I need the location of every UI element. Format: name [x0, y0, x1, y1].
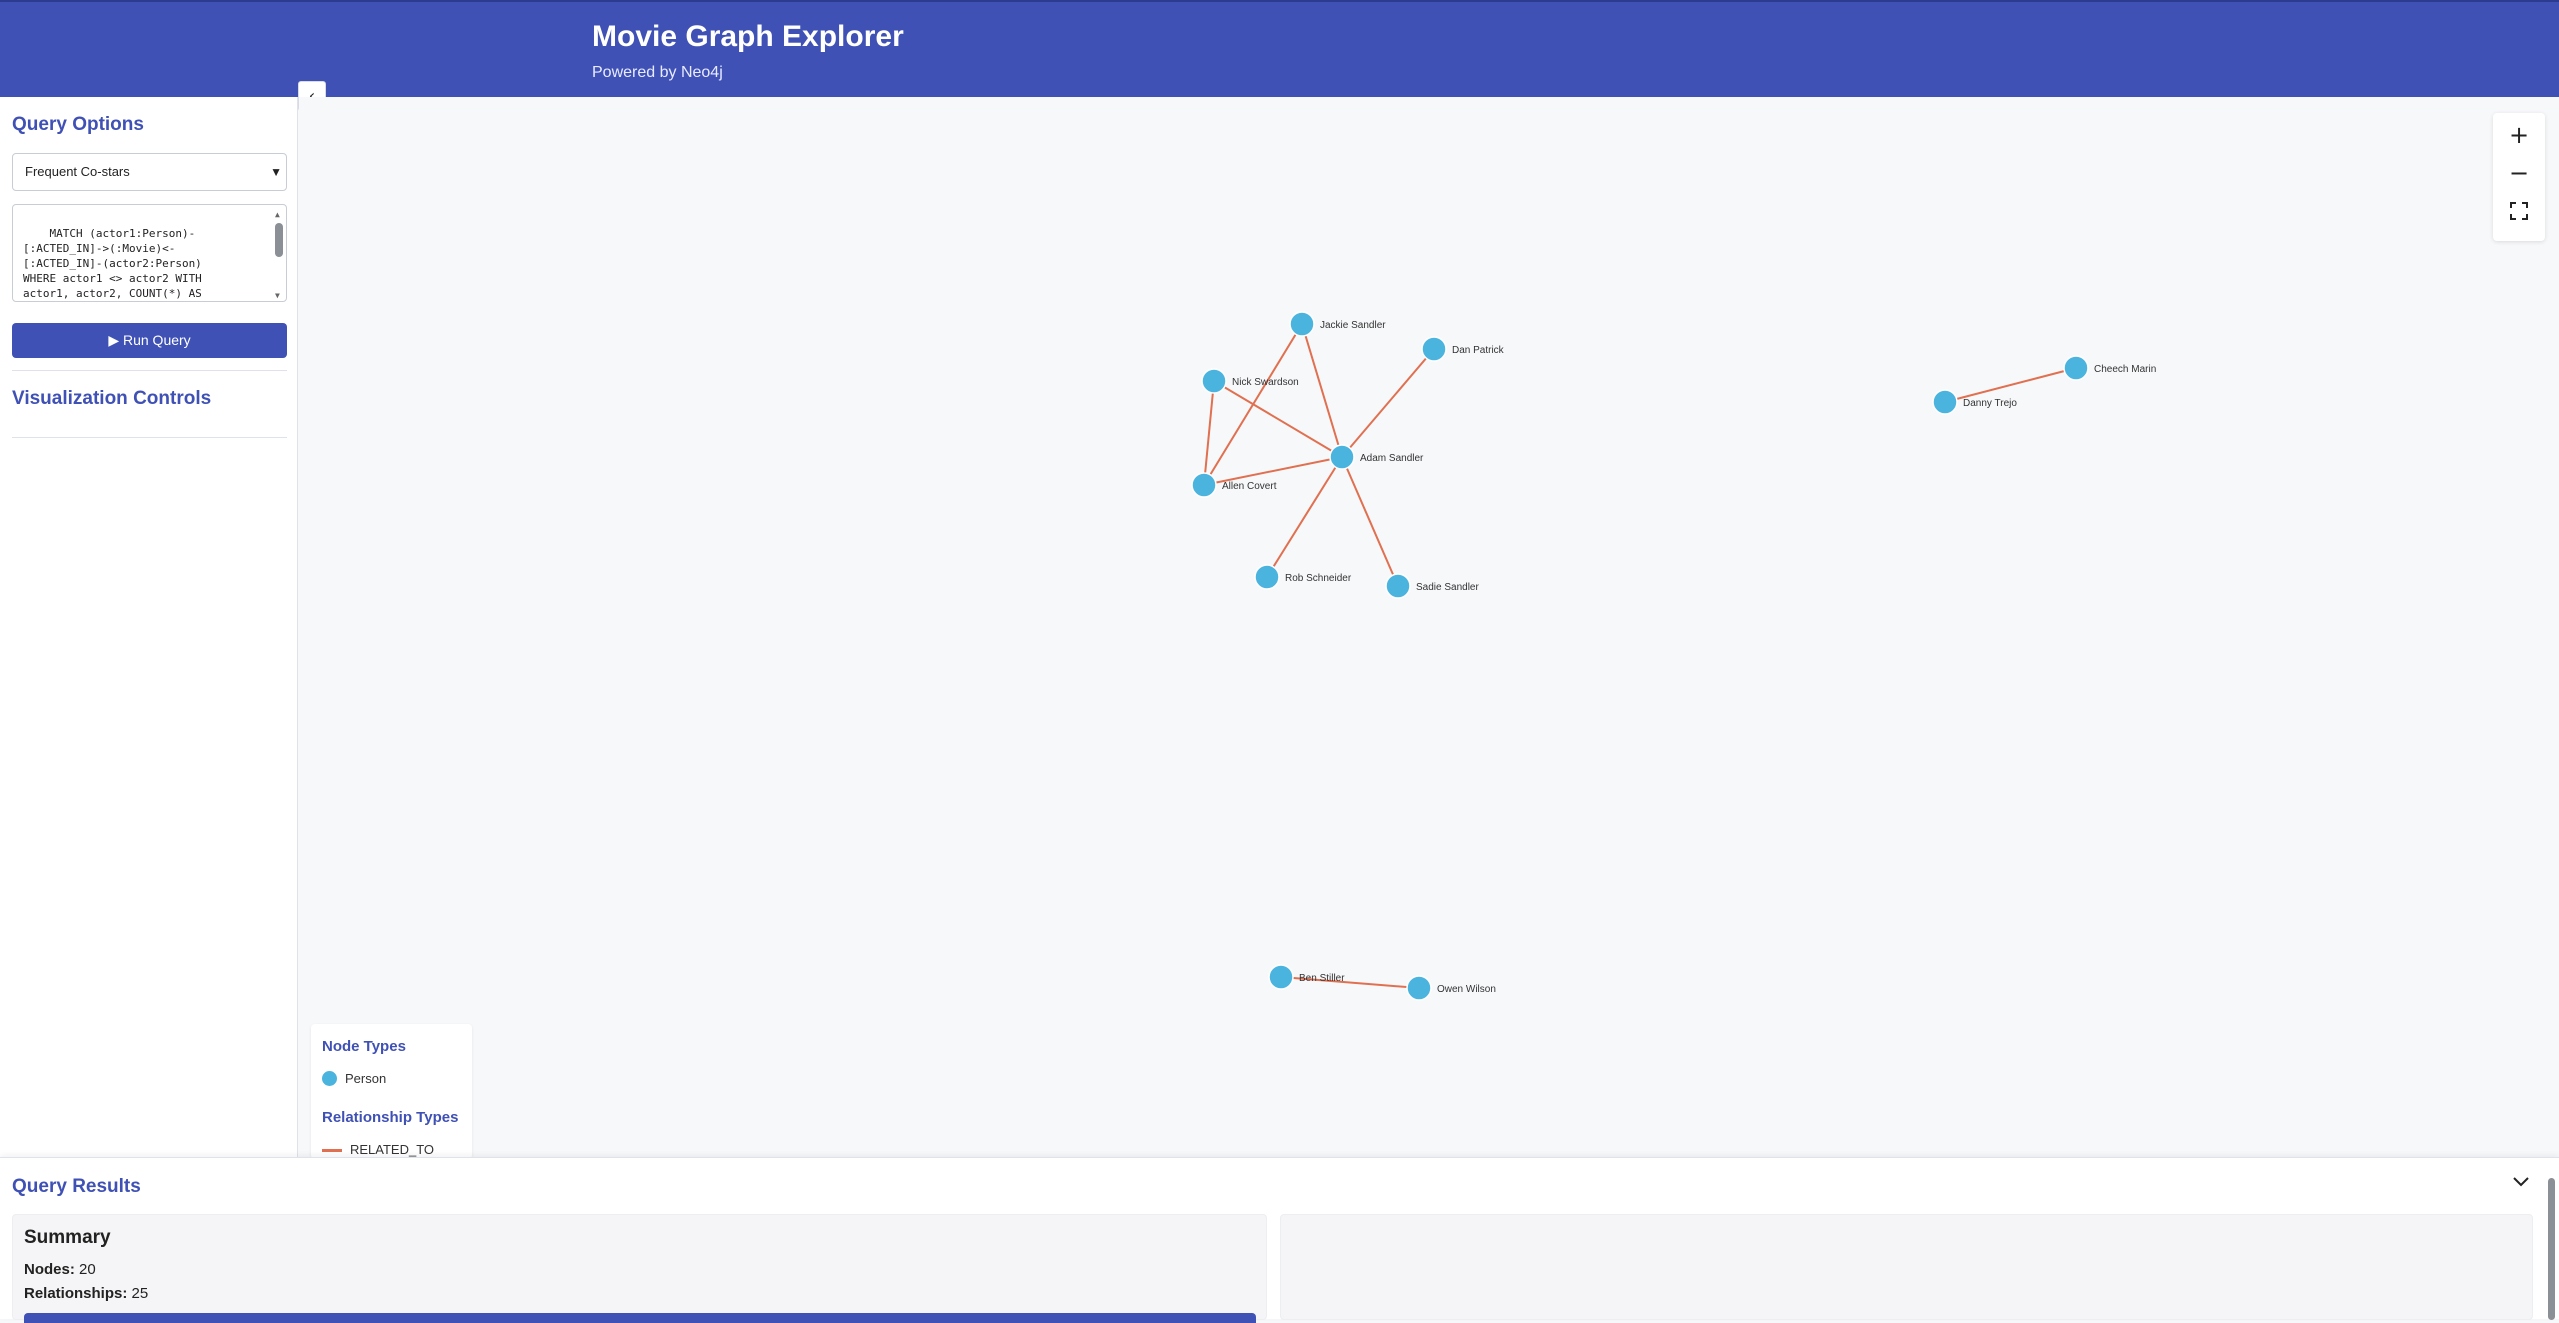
graph-svg[interactable]: Jackie Sandler Dan Patrick Nick Swardson Ad… — [299, 97, 2559, 1157]
graph-legend: Node Types Person Relationship Types REL… — [311, 1024, 472, 1159]
graph-node-dan[interactable] — [1421, 336, 1447, 362]
run-query-label: Run Query — [122, 332, 191, 348]
results-scroll-thumb[interactable] — [2548, 1178, 2555, 1320]
nodes-value: 20 — [79, 1261, 96, 1278]
graph-node-label-jackie: Jackie Sandler — [1320, 320, 1386, 331]
play-icon: ▶ — [108, 332, 120, 348]
sidebar: Query Options Frequent Co-stars ▼ MATCH … — [0, 97, 298, 1157]
graph-node-danny[interactable] — [1932, 389, 1958, 415]
node-type-person-label: Person — [345, 1071, 387, 1086]
summary-heading: Summary — [24, 1227, 111, 1248]
graph-node-ben[interactable] — [1268, 964, 1294, 990]
query-options-heading: Query Options — [12, 114, 144, 135]
graph-node-label-dan: Dan Patrick — [1452, 345, 1505, 356]
graph-node-label-cheech: Cheech Marin — [2094, 364, 2156, 375]
graph-edge-adam-rob[interactable] — [1266, 456, 1343, 578]
query-scroll-thumb[interactable] — [275, 223, 283, 257]
fit-view-button[interactable] — [2502, 194, 2536, 228]
query-select-value: Frequent Co-stars — [25, 164, 130, 179]
results-detail-panel — [1280, 1214, 2533, 1320]
graph-node-label-allen: Allen Covert — [1222, 481, 1277, 492]
graph-node-label-owen: Owen Wilson — [1437, 984, 1496, 995]
results-toggle-button[interactable] — [2512, 1172, 2530, 1193]
relationships-label: Relationships: — [24, 1285, 128, 1302]
fullscreen-icon — [2510, 202, 2528, 220]
results-action-button[interactable] — [24, 1313, 1256, 1323]
graph-node-rob[interactable] — [1254, 564, 1280, 590]
graph-node-owen[interactable] — [1406, 975, 1432, 1001]
graph-edge-allen-jackie[interactable] — [1203, 323, 1303, 486]
relationship-swatch — [322, 1149, 342, 1152]
minus-icon: − — [2508, 159, 2530, 187]
summary-panel: Summary Nodes: 20 Relationships: 25 — [12, 1214, 1267, 1323]
graph-node-sadie[interactable] — [1385, 573, 1411, 599]
visualization-controls-heading: Visualization Controls — [12, 388, 212, 409]
zoom-controls: + − — [2493, 113, 2545, 241]
sidebar-divider — [12, 437, 287, 438]
results-scrollbar[interactable] — [2548, 1168, 2556, 1320]
graph-edge-cheech-danny[interactable] — [1944, 367, 2077, 403]
app-subtitle: Powered by Neo4j — [592, 64, 723, 81]
chevron-down-icon — [2513, 1177, 2529, 1187]
graph-node-nick[interactable] — [1201, 368, 1227, 394]
node-types-heading: Node Types — [322, 1038, 406, 1055]
app-header: Movie Graph Explorer Powered by Neo4j — [0, 0, 2559, 97]
graph-node-label-nick: Nick Swardson — [1232, 377, 1299, 388]
nodes-count: Nodes: 20 — [24, 1261, 96, 1278]
graph-canvas[interactable]: Jackie Sandler Dan Patrick Nick Swardson Ad… — [299, 97, 2559, 1157]
graph-node-label-rob: Rob Schneider — [1285, 573, 1352, 584]
graph-node-label-adam: Adam Sandler — [1360, 453, 1424, 464]
query-results-panel: Query Results Summary Nodes: 20 Relation… — [0, 1157, 2559, 1323]
graph-node-jackie[interactable] — [1289, 311, 1315, 337]
graph-node-cheech[interactable] — [2063, 355, 2089, 381]
person-node-swatch — [322, 1071, 337, 1086]
plus-icon: + — [2508, 121, 2530, 149]
query-textarea[interactable]: MATCH (actor1:Person)- [:ACTED_IN]->(:Mo… — [12, 204, 287, 302]
query-results-heading: Query Results — [12, 1176, 141, 1197]
graph-edge-adam-sadie[interactable] — [1341, 456, 1399, 587]
scroll-up-icon[interactable]: ▲ — [275, 207, 280, 222]
chevron-down-icon: ▼ — [270, 165, 282, 179]
relationships-value: 25 — [131, 1285, 149, 1302]
graph-edge-adam-dan[interactable] — [1341, 348, 1435, 458]
relationship-type-label: RELATED_TO — [350, 1142, 435, 1157]
nodes-label: Nodes: — [24, 1261, 75, 1278]
app-title: Movie Graph Explorer — [592, 20, 904, 53]
graph-node-adam[interactable] — [1329, 444, 1355, 470]
sidebar-divider — [12, 370, 287, 371]
zoom-in-button[interactable]: + — [2502, 118, 2536, 152]
query-select[interactable]: Frequent Co-stars ▼ — [12, 153, 287, 191]
query-text-content: MATCH (actor1:Person)- [:ACTED_IN]->(:Mo… — [23, 227, 202, 300]
run-query-button[interactable]: ▶ Run Query — [12, 323, 287, 358]
graph-node-label-sadie: Sadie Sandler — [1416, 582, 1479, 593]
graph-node-label-ben: Ben Stiller — [1299, 973, 1345, 984]
relationship-types-heading: Relationship Types — [322, 1109, 459, 1126]
graph-node-label-danny: Danny Trejo — [1963, 398, 2017, 409]
relationships-count: Relationships: 25 — [24, 1285, 148, 1302]
scroll-down-icon[interactable]: ▼ — [275, 288, 280, 301]
query-scrollbar[interactable]: ▲ ▼ — [275, 207, 283, 300]
graph-node-allen[interactable] — [1191, 472, 1217, 498]
zoom-out-button[interactable]: − — [2502, 156, 2536, 190]
